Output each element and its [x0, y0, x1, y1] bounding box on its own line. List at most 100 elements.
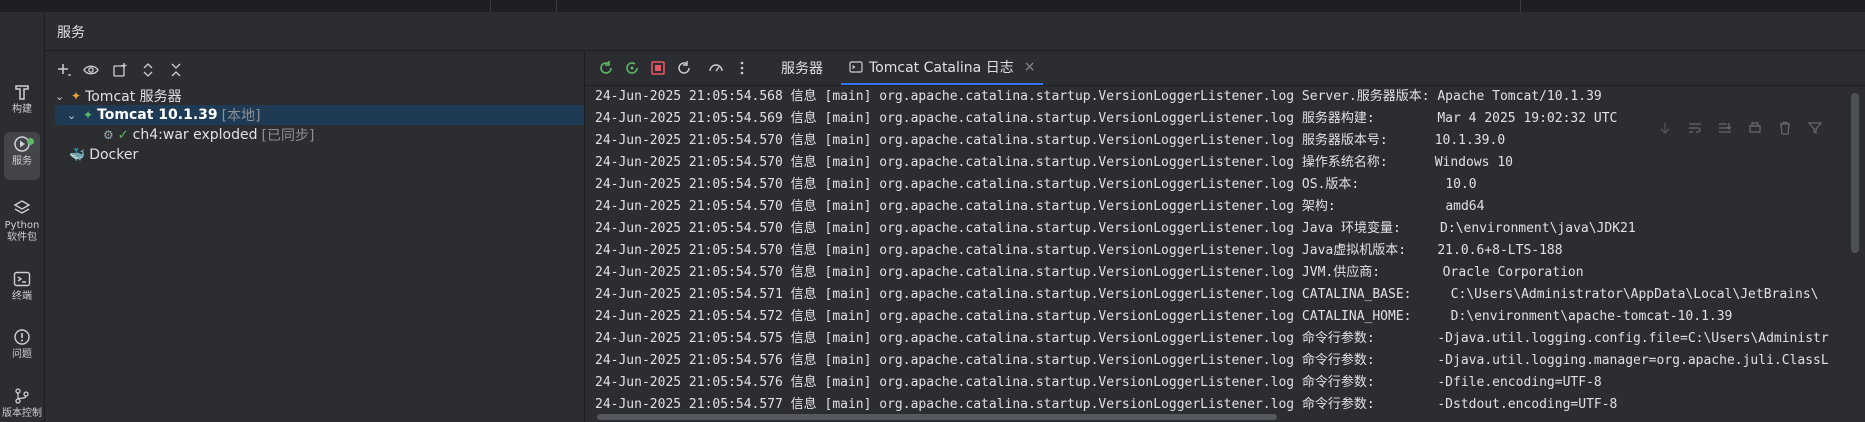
add-service-button[interactable]: [53, 59, 75, 81]
services-label: 服务: [12, 156, 32, 167]
scroll-to-end-icon: [1719, 123, 1732, 133]
problems-icon: [0, 325, 44, 349]
tool-window-bar: 构建 服务 Python 软件包 终端 问题 版本控制: [0, 12, 45, 422]
update-deploy-button[interactable]: [621, 57, 643, 79]
running-indicator-icon: [27, 138, 34, 145]
terminal-label: 终端: [12, 291, 32, 302]
horizontal-scrollbar[interactable]: [597, 414, 1277, 420]
collapse-all-button[interactable]: [165, 59, 187, 81]
log-line: 24-Jun-2025 21:05:54.570 信息 [main] org.a…: [595, 133, 1506, 148]
check-icon: ✓: [117, 127, 129, 143]
new-group-icon: [113, 63, 127, 77]
divider: [1520, 0, 1521, 12]
artifact-name: ch4:war exploded: [132, 127, 258, 143]
tab-label: Tomcat Catalina 日志: [869, 60, 1014, 76]
tree-node-label: Tomcat 服务器: [85, 89, 182, 105]
docker-icon: 🐳: [69, 147, 86, 163]
expand-all-button[interactable]: [137, 59, 159, 81]
top-editor-strip: [0, 0, 1865, 12]
hammer-icon: [0, 80, 44, 104]
log-line: 24-Jun-2025 21:05:54.576 信息 [main] org.a…: [595, 353, 1829, 368]
log-line: 24-Jun-2025 21:05:54.570 信息 [main] org.a…: [595, 199, 1485, 214]
filter-button[interactable]: [1805, 118, 1825, 138]
python-packages-label: Python 软件包: [4, 220, 40, 243]
log-line: 24-Jun-2025 21:05:54.575 信息 [main] org.a…: [595, 331, 1829, 346]
tab-server[interactable]: 服务器: [781, 51, 823, 85]
refresh-icon: [678, 61, 690, 74]
dashboard-icon: [709, 64, 723, 72]
more-options-button[interactable]: [731, 57, 753, 79]
services-panel-header: 服务: [45, 12, 1865, 51]
vcs-label: 版本控制: [2, 408, 42, 419]
server-name: Tomcat 10.1.39: [97, 107, 218, 123]
console-floating-toolbar: [1625, 111, 1833, 145]
expand-all-icon: [143, 63, 153, 77]
add-icon: [58, 64, 71, 76]
git-branch-icon: [0, 384, 44, 408]
eye-icon: [83, 65, 99, 75]
services-icon: [4, 132, 40, 156]
more-vertical-icon: [740, 61, 744, 75]
log-line: 24-Jun-2025 21:05:54.570 信息 [main] org.a…: [595, 177, 1477, 192]
rerun-icon: [600, 61, 612, 74]
update-icon: [626, 62, 638, 74]
soft-wrap-button[interactable]: [1685, 118, 1705, 138]
tree-node-artifact[interactable]: ⚙ ✓ ch4:war exploded [已同步]: [103, 125, 314, 145]
view-options-button[interactable]: [81, 59, 103, 81]
terminal-tool-button[interactable]: 终端: [0, 267, 44, 303]
tree-node-tomcat-server[interactable]: ⌄ ✦ Tomcat 10.1.39 [本地]: [55, 105, 587, 125]
filter-icon: [1808, 122, 1822, 135]
debug-button[interactable]: [705, 57, 727, 79]
print-button[interactable]: [1745, 118, 1765, 138]
tree-node-tomcat-servers[interactable]: ⌄ ✦ Tomcat 服务器: [55, 86, 182, 106]
scroll-up-button[interactable]: [1655, 118, 1675, 138]
rerun-button[interactable]: [595, 57, 617, 79]
build-label: 构建: [12, 104, 32, 115]
problems-tool-button[interactable]: 问题: [0, 325, 44, 361]
trash-icon: [1780, 121, 1790, 135]
problems-label: 问题: [12, 349, 32, 360]
log-line: 24-Jun-2025 21:05:54.572 信息 [main] org.a…: [595, 309, 1733, 324]
tab-label: 服务器: [781, 61, 823, 77]
log-line: 24-Jun-2025 21:05:54.571 信息 [main] org.a…: [595, 287, 1819, 302]
tab-catalina-log[interactable]: Tomcat Catalina 日志 ×: [841, 51, 1044, 85]
python-packages-tool-button[interactable]: Python 软件包: [0, 196, 44, 244]
log-line: 24-Jun-2025 21:05:54.577 信息 [main] org.a…: [595, 397, 1618, 412]
vcs-tool-button[interactable]: 版本控制: [0, 384, 44, 420]
clear-all-button[interactable]: [1775, 118, 1795, 138]
stop-button[interactable]: [647, 57, 669, 79]
artifact-icon: ⚙: [103, 128, 114, 142]
scroll-to-end-button[interactable]: [1715, 118, 1735, 138]
chevron-down-icon[interactable]: ⌄: [55, 90, 67, 103]
chevron-down-icon[interactable]: ⌄: [67, 109, 79, 122]
tomcat-running-icon: ✦: [83, 108, 94, 122]
arrow-down-icon: [1660, 123, 1670, 134]
vertical-scrollbar[interactable]: [1851, 93, 1859, 253]
collapse-all-icon: [171, 63, 181, 77]
log-line: 24-Jun-2025 21:05:54.570 信息 [main] org.a…: [595, 221, 1636, 236]
tomcat-icon: ✦: [71, 89, 82, 103]
new-group-button[interactable]: [109, 59, 131, 81]
refresh-button[interactable]: [673, 57, 695, 79]
panel-title: 服务: [57, 25, 85, 41]
layers-icon: [0, 196, 44, 220]
build-tool-button[interactable]: 构建: [0, 80, 44, 116]
log-line: 24-Jun-2025 21:05:54.570 信息 [main] org.a…: [595, 155, 1513, 170]
terminal-icon: [0, 267, 44, 291]
print-icon: [1749, 122, 1761, 133]
divider: [490, 0, 491, 12]
soft-wrap-icon: [1689, 123, 1701, 133]
console-icon: [849, 61, 863, 73]
log-line: 24-Jun-2025 21:05:54.576 信息 [main] org.a…: [595, 375, 1602, 390]
log-line: 24-Jun-2025 21:05:54.570 信息 [main] org.a…: [595, 243, 1563, 258]
stop-icon: [651, 61, 665, 75]
services-tool-button[interactable]: 服务: [4, 132, 40, 180]
artifact-tag: [已同步]: [261, 128, 315, 144]
tree-toolbar: [53, 57, 187, 83]
server-tag: [本地]: [221, 108, 261, 124]
close-icon[interactable]: ×: [1024, 59, 1036, 75]
tree-node-docker[interactable]: 🐳 Docker: [69, 145, 138, 165]
log-line: 24-Jun-2025 21:05:54.568 信息 [main] org.a…: [595, 89, 1602, 104]
tree-node-label: Docker: [89, 147, 139, 163]
log-toolbar: 服务器 Tomcat Catalina 日志 ×: [585, 51, 1865, 86]
